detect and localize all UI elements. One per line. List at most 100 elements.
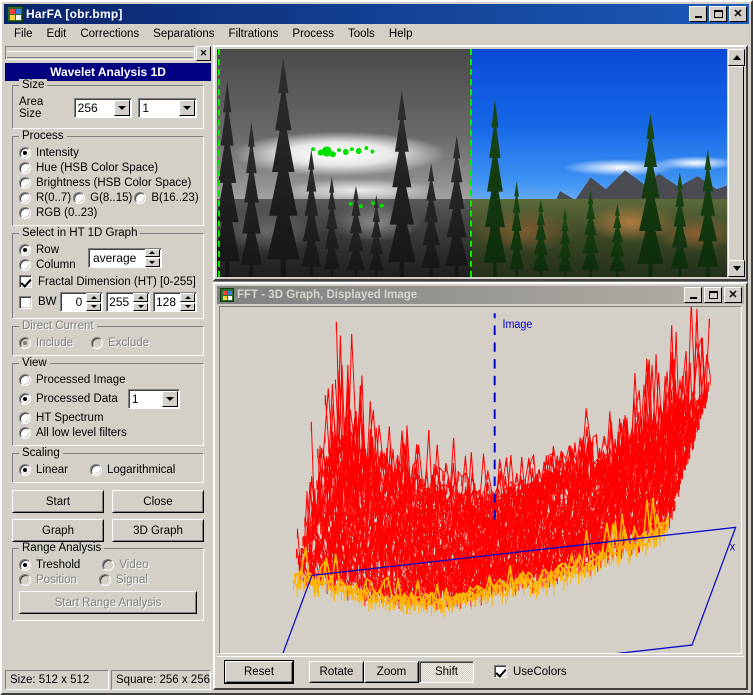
start-button[interactable]: Start (12, 490, 104, 513)
minimize-button[interactable] (689, 6, 707, 22)
status-bar: Size: 512 x 512 Square: 256 x 256 [0 (5, 670, 211, 690)
image-canvas[interactable] (217, 49, 727, 277)
menu-item-edit[interactable]: Edit (40, 26, 74, 42)
radio-g-channel[interactable]: G(8..15) (73, 192, 132, 204)
fft-minimize-button[interactable] (684, 287, 702, 303)
radio-ht-spectrum[interactable]: HT Spectrum (19, 412, 104, 424)
radio-all-low-level-filters[interactable]: All low level filters (19, 427, 127, 439)
radio-dc-exclude: Exclude (91, 337, 149, 349)
panel-drag-track[interactable] (5, 46, 195, 60)
menu-item-separations[interactable]: Separations (146, 26, 221, 42)
chevron-down-icon[interactable] (114, 100, 131, 116)
radio-brightness-label: Brightness (HSB Color Space) (36, 177, 192, 189)
bw-max-spinner[interactable]: 255 (106, 292, 151, 312)
radio-dc-include: Include (19, 337, 73, 349)
fft-maximize-button[interactable] (704, 287, 722, 303)
radio-processed-image[interactable]: Processed Image (19, 374, 126, 386)
radio-b-channel[interactable]: B(16..23) (134, 192, 199, 204)
radio-hue[interactable]: Hue (HSB Color Space) (19, 162, 158, 174)
view-group-legend: View (19, 357, 50, 369)
fft-title-bar: FFT - 3D Graph, Displayed Image ✕ (217, 286, 744, 304)
bw-min-spinner[interactable]: 0 (59, 292, 104, 312)
processed-image-label: Processed Image (36, 374, 126, 386)
maximize-button[interactable] (709, 6, 727, 22)
spinner-arrows[interactable] (86, 293, 102, 311)
radio-row-label: Row (36, 244, 60, 256)
fft-plot-area[interactable]: x y Image (219, 306, 742, 654)
radio-brightness[interactable]: Brightness (HSB Color Space) (19, 177, 191, 189)
radio-row[interactable]: Row (19, 244, 59, 256)
selection-boundary-left[interactable] (218, 49, 220, 277)
fft-3d-graph-window: FFT - 3D Graph, Displayed Image ✕ x y Im… (213, 282, 748, 690)
original-color-image[interactable] (472, 49, 727, 277)
fft-close-button[interactable]: ✕ (724, 287, 742, 303)
spinner-arrows[interactable] (133, 293, 149, 311)
menu-item-corrections[interactable]: Corrections (73, 26, 146, 42)
close-panel-button[interactable]: Close (112, 490, 204, 513)
view-index-combo[interactable]: 1 (127, 389, 180, 409)
wavelet-analysis-panel: ✕ Wavelet Analysis 1D Size Area Size 256… (5, 45, 211, 657)
radio-hue-label: Hue (HSB Color Space) (36, 162, 159, 174)
average-spinner[interactable]: average (87, 247, 162, 268)
close-button[interactable]: ✕ (729, 6, 747, 22)
select-ht-legend: Select in HT 1D Graph (19, 227, 141, 239)
3d-graph-button[interactable]: 3D Graph (112, 519, 204, 542)
bw-mid-spinner[interactable]: 128 (153, 292, 198, 312)
radio-column-label: Column (36, 259, 76, 271)
chevron-down-icon[interactable] (161, 391, 178, 407)
graph-button[interactable]: Graph (12, 519, 104, 542)
radio-treshold[interactable]: Treshold (19, 559, 80, 571)
bw-mid-value: 128 (155, 295, 177, 309)
size-second-combo[interactable]: 1 (138, 98, 197, 118)
radio-signal: Signal (98, 574, 148, 586)
window-title: HarFA [obr.bmp] (26, 7, 123, 21)
chevron-down-icon[interactable] (179, 100, 195, 116)
fft-3d-surface-plot: x y Image (282, 307, 737, 653)
select-ht-group: Select in HT 1D Graph Row Column average… (12, 227, 204, 319)
menu-item-help[interactable]: Help (382, 26, 420, 42)
process-group-legend: Process (19, 130, 67, 142)
radio-column[interactable]: Column (19, 259, 76, 271)
radio-r-channel[interactable]: R(0..7) (19, 192, 71, 204)
radio-video: Video (102, 559, 149, 571)
direct-current-group: Direct Current Include Exclude (12, 320, 204, 356)
dc-exclude-label: Exclude (108, 337, 150, 349)
fft-window-icon (220, 288, 234, 302)
menu-item-filtrations[interactable]: Filtrations (222, 26, 286, 42)
scroll-up-icon[interactable] (728, 49, 745, 66)
checkbox-bw[interactable]: BW (19, 295, 57, 309)
spinner-arrows[interactable] (180, 293, 196, 311)
radio-rgb[interactable]: RGB (0..23) (19, 207, 97, 219)
linear-label: Linear (36, 464, 68, 476)
range-analysis-group: Range Analysis Treshold Video Position S… (12, 542, 204, 621)
image-vertical-scrollbar[interactable] (727, 49, 745, 277)
radio-g-label: G(8..15) (90, 192, 133, 204)
panel-close-icon[interactable]: ✕ (196, 45, 211, 61)
menu-item-tools[interactable]: Tools (341, 26, 382, 42)
radio-rgb-label: RGB (0..23) (36, 207, 98, 219)
signal-label: Signal (115, 574, 148, 586)
processed-grayscale-image[interactable] (217, 49, 472, 277)
view-index-value: 1 (131, 392, 139, 406)
primary-action-buttons: Start Close (12, 490, 204, 513)
menu-item-file[interactable]: File (7, 26, 40, 42)
area-size-label: Area Size (19, 96, 44, 120)
menu-bar: File Edit Corrections Separations Filtra… (4, 25, 749, 43)
panel-mini-titlebar: ✕ (5, 45, 211, 61)
scroll-thumb[interactable] (728, 66, 744, 266)
scroll-down-icon[interactable] (728, 260, 745, 277)
radio-processed-data[interactable]: Processed Data (19, 393, 118, 405)
scaling-group: Scaling Linear Logarithmical (12, 447, 204, 483)
checkbox-fractal-dimension[interactable]: Fractal Dimension (HT) [0-255] (19, 275, 196, 288)
radio-logarithmical[interactable]: Logarithmical (89, 464, 175, 476)
status-size: Size: 512 x 512 (5, 670, 109, 690)
dc-include-label: Include (36, 337, 74, 349)
fractal-dimension-label: Fractal Dimension (HT) [0-255] (38, 275, 196, 288)
menu-item-process[interactable]: Process (285, 26, 341, 42)
radio-intensity[interactable]: Intensity (19, 147, 79, 159)
process-group: Process Intensity Hue (HSB Color Space) … (12, 130, 204, 226)
radio-linear[interactable]: Linear (19, 464, 68, 476)
green-highlight-marks-secondary (344, 199, 386, 211)
area-size-combo[interactable]: 256 (73, 98, 133, 118)
spinner-arrows[interactable] (144, 248, 160, 267)
